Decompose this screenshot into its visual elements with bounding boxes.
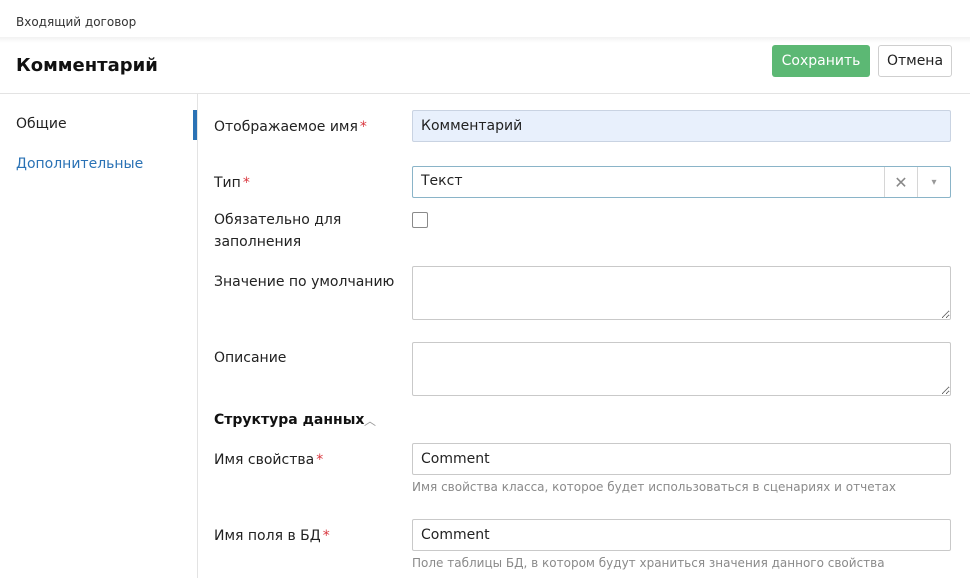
property-name-hint: Имя свойства класса, которое будет испол… <box>412 480 897 494</box>
sidebar-active-indicator <box>193 110 197 140</box>
db-field-name-input[interactable] <box>412 519 951 551</box>
save-button[interactable]: Сохранить <box>772 45 870 77</box>
display-name-input[interactable] <box>412 110 951 142</box>
type-label-text: Тип <box>214 175 241 191</box>
sidebar-item-additional[interactable]: Дополнительные <box>16 156 143 172</box>
required-mark: * <box>316 452 324 468</box>
db-field-name-hint: Поле таблицы БД, в котором будут хранить… <box>412 556 885 570</box>
type-select[interactable]: Текст ✕ ▾ <box>412 166 951 198</box>
type-label: Тип * <box>214 172 250 194</box>
header-divider <box>0 93 970 94</box>
default-value-textarea[interactable] <box>412 266 951 320</box>
type-select-value: Текст <box>421 173 463 189</box>
default-value-label: Значение по умолчанию <box>214 274 395 290</box>
mandatory-checkbox[interactable] <box>412 212 428 228</box>
display-name-label-text: Отображаемое имя <box>214 119 358 135</box>
clear-icon[interactable]: ✕ <box>884 167 918 197</box>
sidebar-item-general[interactable]: Общие <box>16 116 67 132</box>
required-mark: * <box>242 175 250 191</box>
required-mark: * <box>359 119 367 135</box>
sidebar-divider <box>197 94 198 578</box>
required-mark: * <box>322 528 330 544</box>
cancel-button[interactable]: Отмена <box>878 45 952 77</box>
breadcrumb: Входящий договор <box>16 15 137 29</box>
description-textarea[interactable] <box>412 342 951 396</box>
chevron-down-icon[interactable]: ▾ <box>918 167 950 197</box>
chevron-up-icon[interactable]: ︿ <box>364 412 376 429</box>
db-field-name-label: Имя поля в БД * <box>214 525 330 547</box>
description-label: Описание <box>214 350 287 366</box>
mandatory-label: Обязательно для заполнения <box>214 212 342 250</box>
header-shadow <box>0 37 970 43</box>
property-name-input[interactable] <box>412 443 951 475</box>
data-structure-section-title: Структура данных <box>214 412 365 428</box>
db-field-name-label-text: Имя поля в БД <box>214 528 321 544</box>
property-name-label: Имя свойства * <box>214 449 323 471</box>
page-title: Комментарий <box>16 55 158 76</box>
display-name-label: Отображаемое имя * <box>214 116 367 138</box>
property-name-label-text: Имя свойства <box>214 452 315 468</box>
